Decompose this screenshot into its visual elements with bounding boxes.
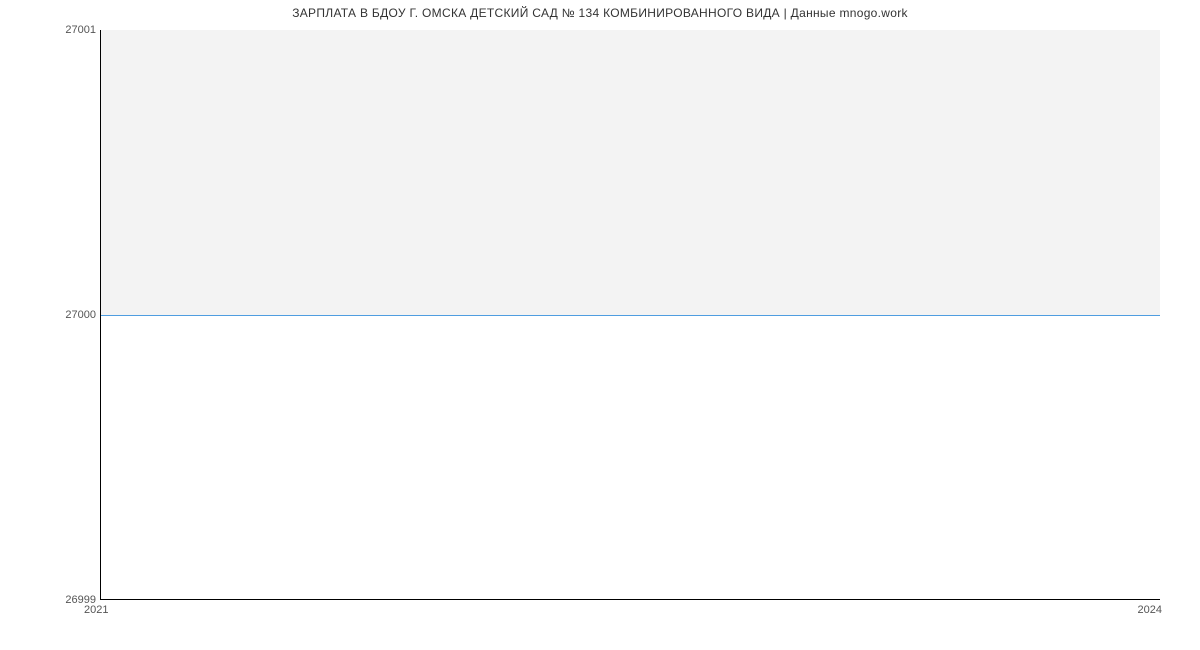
- series-line: [101, 315, 1160, 316]
- chart-container: ЗАРПЛАТА В БДОУ Г. ОМСКА ДЕТСКИЙ САД № 1…: [0, 0, 1200, 650]
- y-tick-top: 27001: [36, 24, 96, 36]
- x-tick-left: 2021: [84, 604, 108, 616]
- y-tick-mid: 27000: [36, 309, 96, 321]
- plot-area: [100, 30, 1160, 600]
- area-fill: [101, 30, 1160, 315]
- chart-title: ЗАРПЛАТА В БДОУ Г. ОМСКА ДЕТСКИЙ САД № 1…: [0, 6, 1200, 20]
- x-tick-right: 2024: [1138, 604, 1162, 616]
